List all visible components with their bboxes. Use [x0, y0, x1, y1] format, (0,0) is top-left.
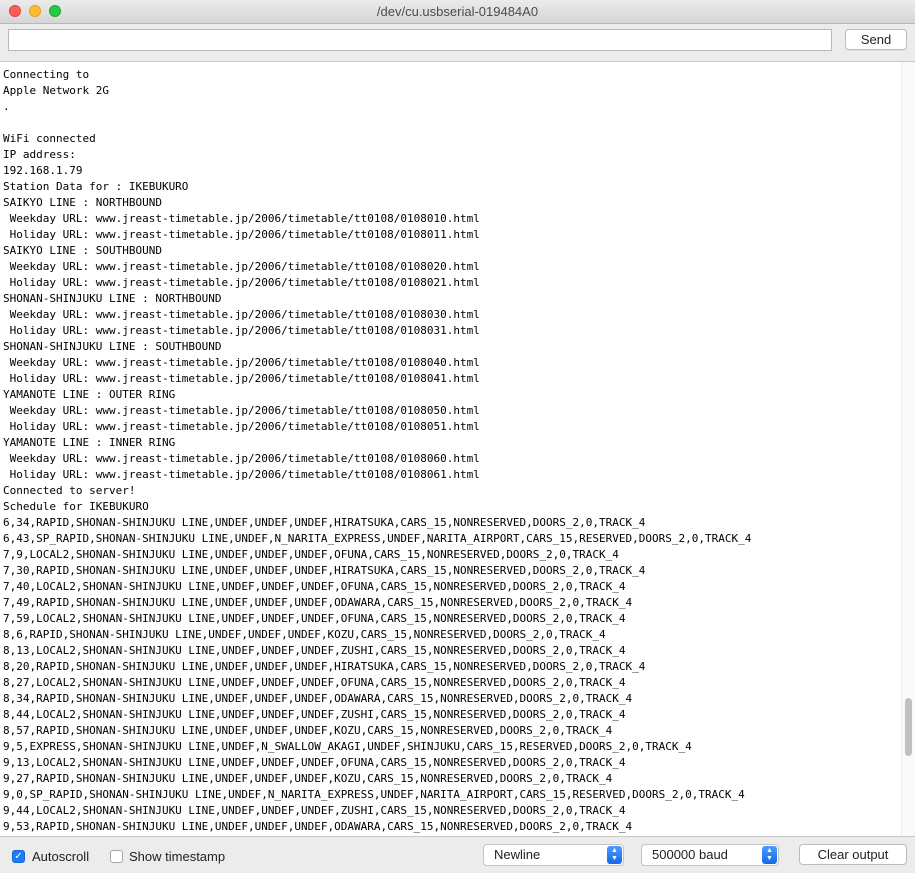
serial-line: 7,9,LOCAL2,SHONAN-SHINJUKU LINE,UNDEF,UN… — [3, 548, 619, 561]
show-timestamp-checkbox[interactable] — [110, 850, 123, 863]
vertical-scrollbar[interactable] — [901, 62, 915, 836]
serial-line: 7,40,LOCAL2,SHONAN-SHINJUKU LINE,UNDEF,U… — [3, 580, 626, 593]
serial-line: Weekday URL: www.jreast-timetable.jp/200… — [3, 308, 480, 321]
serial-line: Connecting to — [3, 68, 90, 81]
serial-line: Holiday URL: www.jreast-timetable.jp/200… — [3, 228, 480, 241]
scrollbar-thumb[interactable] — [905, 698, 912, 756]
serial-line: 7,30,RAPID,SHONAN-SHINJUKU LINE,UNDEF,UN… — [3, 564, 646, 577]
serial-line: 9,53,RAPID,SHONAN-SHINJUKU LINE,UNDEF,UN… — [3, 820, 633, 833]
serial-line: Weekday URL: www.jreast-timetable.jp/200… — [3, 452, 480, 465]
serial-line: 6,34,RAPID,SHONAN-SHINJUKU LINE,UNDEF,UN… — [3, 516, 646, 529]
up-down-chevron-icon: ▲ ▼ — [762, 846, 777, 864]
serial-line: 8,57,RAPID,SHONAN-SHINJUKU LINE,UNDEF,UN… — [3, 724, 613, 737]
serial-line: 9,27,RAPID,SHONAN-SHINJUKU LINE,UNDEF,UN… — [3, 772, 613, 785]
serial-line: 8,34,RAPID,SHONAN-SHINJUKU LINE,UNDEF,UN… — [3, 692, 633, 705]
serial-line: Weekday URL: www.jreast-timetable.jp/200… — [3, 404, 480, 417]
serial-line: Connected to server! — [3, 484, 136, 497]
serial-line: 9,5,EXPRESS,SHONAN-SHINJUKU LINE,UNDEF,N… — [3, 740, 692, 753]
serial-line: Apple Network 2G — [3, 84, 109, 97]
clear-output-button[interactable]: Clear output — [799, 844, 907, 865]
serial-line: Holiday URL: www.jreast-timetable.jp/200… — [3, 372, 480, 385]
baud-rate-value: 500000 baud — [652, 847, 728, 862]
show-timestamp-label[interactable]: Show timestamp — [129, 849, 225, 864]
status-bar: ✓ Autoscroll Show timestamp Newline ▲ ▼ 5… — [0, 836, 915, 873]
serial-line: 6,43,SP_RAPID,SHONAN-SHINJUKU LINE,UNDEF… — [3, 532, 752, 545]
serial-line: SAIKYO LINE : NORTHBOUND — [3, 196, 162, 209]
serial-line: YAMANOTE LINE : INNER RING — [3, 436, 176, 449]
serial-line: SHONAN-SHINJUKU LINE : NORTHBOUND — [3, 292, 222, 305]
send-button[interactable]: Send — [845, 29, 907, 50]
serial-line: Weekday URL: www.jreast-timetable.jp/200… — [3, 260, 480, 273]
serial-line: 8,6,RAPID,SHONAN-SHINJUKU LINE,UNDEF,UND… — [3, 628, 606, 641]
title-bar: /dev/cu.usbserial-019484A0 — [0, 0, 915, 24]
autoscroll-label[interactable]: Autoscroll — [32, 849, 89, 864]
serial-line: Holiday URL: www.jreast-timetable.jp/200… — [3, 324, 480, 337]
serial-line: 8,27,LOCAL2,SHONAN-SHINJUKU LINE,UNDEF,U… — [3, 676, 626, 689]
serial-line: Holiday URL: www.jreast-timetable.jp/200… — [3, 276, 480, 289]
serial-line: WiFi connected — [3, 132, 96, 145]
up-down-chevron-icon: ▲ ▼ — [607, 846, 622, 864]
serial-command-input[interactable] — [8, 29, 832, 51]
serial-line: 7,49,RAPID,SHONAN-SHINJUKU LINE,UNDEF,UN… — [3, 596, 633, 609]
serial-line: 9,13,LOCAL2,SHONAN-SHINJUKU LINE,UNDEF,U… — [3, 756, 626, 769]
serial-line: SAIKYO LINE : SOUTHBOUND — [3, 244, 162, 257]
autoscroll-checkbox[interactable]: ✓ — [12, 850, 25, 863]
window-title: /dev/cu.usbserial-019484A0 — [376, 4, 539, 19]
serial-line: 9,0,SP_RAPID,SHONAN-SHINJUKU LINE,UNDEF,… — [3, 788, 745, 801]
check-icon: ✓ — [14, 851, 23, 862]
serial-line: 7,59,LOCAL2,SHONAN-SHINJUKU LINE,UNDEF,U… — [3, 612, 626, 625]
line-ending-select[interactable]: Newline ▲ ▼ — [483, 844, 624, 866]
serial-line: 8,13,LOCAL2,SHONAN-SHINJUKU LINE,UNDEF,U… — [3, 644, 626, 657]
serial-line — [3, 115, 751, 131]
serial-line: 8,20,RAPID,SHONAN-SHINJUKU LINE,UNDEF,UN… — [3, 660, 646, 673]
serial-output-pane[interactable]: Connecting to Apple Network 2G. WiFi conne… — [0, 62, 915, 836]
serial-line: 192.168.1.79 — [3, 164, 83, 177]
serial-line: Weekday URL: www.jreast-timetable.jp/200… — [3, 212, 480, 225]
serial-line: Schedule for IKEBUKURO — [3, 500, 149, 513]
send-toolbar: Send — [0, 24, 915, 62]
serial-line: . — [3, 100, 10, 113]
line-ending-value: Newline — [494, 847, 541, 862]
serial-line: IP address: — [3, 148, 76, 161]
baud-rate-select[interactable]: 500000 baud ▲ ▼ — [641, 844, 779, 866]
serial-line: Holiday URL: www.jreast-timetable.jp/200… — [3, 420, 480, 433]
serial-line: YAMANOTE LINE : OUTER RING — [3, 388, 176, 401]
serial-line: SHONAN-SHINJUKU LINE : SOUTHBOUND — [3, 340, 222, 353]
serial-output-lines: Connecting to Apple Network 2G. WiFi conne… — [3, 67, 751, 835]
serial-line: Holiday URL: www.jreast-timetable.jp/200… — [3, 468, 480, 481]
serial-line: 8,44,LOCAL2,SHONAN-SHINJUKU LINE,UNDEF,U… — [3, 708, 626, 721]
serial-line: 9,44,LOCAL2,SHONAN-SHINJUKU LINE,UNDEF,U… — [3, 804, 626, 817]
serial-line: Weekday URL: www.jreast-timetable.jp/200… — [3, 356, 480, 369]
serial-line: Station Data for : IKEBUKURO — [3, 180, 189, 193]
